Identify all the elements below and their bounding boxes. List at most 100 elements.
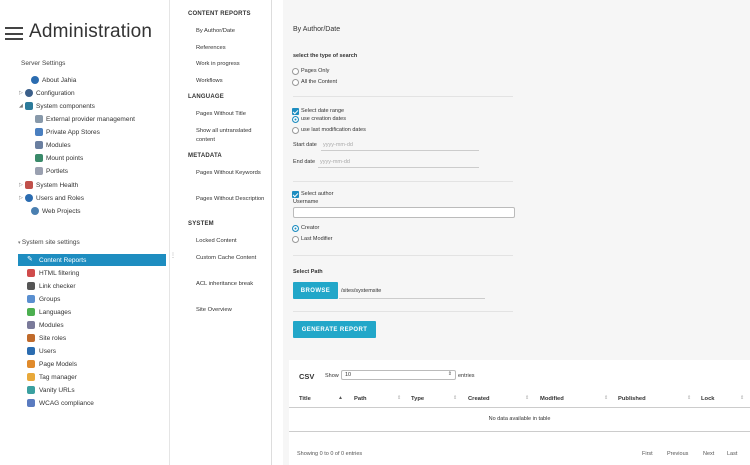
nav-link-workflows[interactable]: Workflows bbox=[196, 77, 268, 86]
tree-item-portlets[interactable]: Portlets bbox=[35, 166, 68, 176]
pager-previous[interactable]: Previous bbox=[667, 451, 688, 457]
site-settings-header[interactable]: ▾ System site settings bbox=[18, 239, 80, 246]
site-item-languages[interactable]: Languages bbox=[18, 306, 166, 318]
end-date-input[interactable]: yyyy-mm-dd bbox=[320, 159, 350, 165]
wcag-icon bbox=[27, 399, 35, 407]
tree-item-web-projects[interactable]: Web Projects bbox=[25, 206, 81, 216]
nav-link-by-author-date[interactable]: By Author/Date bbox=[196, 27, 268, 36]
pager-last[interactable]: Last bbox=[727, 451, 737, 457]
tree-item-system-components[interactable]: ◢ System components bbox=[19, 101, 95, 111]
site-item-tag-manager[interactable]: Tag manager bbox=[18, 371, 166, 383]
tree-item-about-jahia[interactable]: About Jahia bbox=[25, 75, 76, 85]
nav-section-content-reports: CONTENT REPORTS bbox=[188, 11, 251, 17]
tree-item-system-health[interactable]: ▷ System Health bbox=[19, 180, 78, 190]
pages-only-label: Pages Only bbox=[301, 68, 330, 74]
empty-table-message: No data available in table bbox=[488, 416, 551, 422]
tree-item-external-provider[interactable]: External provider management bbox=[35, 114, 135, 124]
modification-dates-radio[interactable] bbox=[292, 127, 299, 134]
site-item-vanity-urls[interactable]: Vanity URLs bbox=[18, 384, 166, 396]
gear-icon bbox=[25, 89, 33, 97]
nav-link-work-in-progress[interactable]: Work in progress bbox=[196, 60, 268, 69]
report-main: By Author/Date select the type of search… bbox=[283, 0, 750, 465]
separator bbox=[293, 311, 513, 312]
creation-dates-radio[interactable] bbox=[292, 116, 299, 123]
nav-link-site-overview[interactable]: Site Overview bbox=[196, 306, 268, 315]
select-author-label: Select author bbox=[301, 191, 334, 197]
generate-report-button[interactable]: GENERATE REPORT bbox=[293, 321, 376, 338]
store-icon bbox=[35, 128, 43, 136]
creation-dates-label: use creation dates bbox=[301, 116, 346, 122]
admin-sidebar: Administration Server Settings About Jah… bbox=[0, 0, 170, 465]
pages-only-radio[interactable] bbox=[292, 68, 299, 75]
site-item-users[interactable]: Users bbox=[18, 345, 166, 357]
module-icon bbox=[35, 141, 43, 149]
link-icon bbox=[27, 282, 35, 290]
pager-first[interactable]: First bbox=[642, 451, 653, 457]
site-item-site-roles[interactable]: Site roles bbox=[18, 332, 166, 344]
nav-link-locked-content[interactable]: Locked Content bbox=[196, 237, 268, 246]
sort-icon[interactable]: ⇕ bbox=[687, 395, 691, 401]
languages-icon bbox=[27, 308, 35, 316]
date-range-label: Select date range bbox=[301, 108, 345, 114]
site-item-groups[interactable]: Groups bbox=[18, 293, 166, 305]
site-item-content-reports[interactable]: ✎ Content Reports bbox=[18, 254, 166, 266]
date-range-checkbox[interactable] bbox=[292, 108, 299, 115]
menu-icon[interactable] bbox=[5, 27, 23, 40]
sort-icon[interactable]: ⇕ bbox=[397, 395, 401, 401]
site-item-modules[interactable]: Modules bbox=[18, 319, 166, 331]
tree-item-modules[interactable]: Modules bbox=[35, 140, 71, 150]
last-modifier-radio[interactable] bbox=[292, 236, 299, 243]
modules-icon bbox=[27, 321, 35, 329]
creator-radio[interactable] bbox=[292, 225, 299, 232]
all-content-radio[interactable] bbox=[292, 79, 299, 86]
select-author-checkbox[interactable] bbox=[292, 191, 299, 198]
username-input[interactable] bbox=[293, 207, 515, 218]
entries-select-value: 10 bbox=[345, 372, 352, 378]
nav-link-acl-inheritance[interactable]: ACL inheritance break bbox=[196, 280, 268, 289]
csv-export-button[interactable]: CSV bbox=[299, 372, 314, 381]
nav-section-metadata: METADATA bbox=[188, 153, 222, 159]
path-value: /sites/systemsite bbox=[341, 288, 382, 294]
column-type[interactable]: Type bbox=[411, 396, 424, 402]
tree-item-users-and-roles[interactable]: ▷ Users and Roles bbox=[19, 193, 84, 203]
mount-icon bbox=[35, 154, 43, 162]
entries-select[interactable]: 10 ⇕ bbox=[341, 370, 456, 380]
sort-icon[interactable]: ⇕ bbox=[525, 395, 529, 401]
nav-link-untranslated[interactable]: Show all untranslated content bbox=[196, 127, 268, 144]
browse-button[interactable]: BROWSE bbox=[293, 282, 338, 299]
sort-asc-icon[interactable]: ▲ bbox=[338, 395, 343, 401]
nav-link-pages-without-keywords[interactable]: Pages Without Keywords bbox=[196, 169, 268, 178]
last-modifier-label: Last Modifier bbox=[301, 236, 333, 242]
site-item-html-filtering[interactable]: HTML filtering bbox=[18, 267, 166, 279]
pager-next[interactable]: Next bbox=[703, 451, 714, 457]
tree-item-private-app-stores[interactable]: Private App Stores bbox=[35, 127, 100, 137]
nav-link-pages-without-description[interactable]: Pages Without Description bbox=[196, 195, 268, 204]
tree-item-mount-points[interactable]: Mount points bbox=[35, 153, 83, 163]
puzzle-icon bbox=[25, 102, 33, 110]
sort-icon[interactable]: ⇕ bbox=[604, 395, 608, 401]
username-label: Username bbox=[293, 199, 319, 205]
site-item-link-checker[interactable]: Link checker bbox=[18, 280, 166, 292]
column-published[interactable]: Published bbox=[618, 396, 646, 402]
column-lock[interactable]: Lock bbox=[701, 396, 715, 402]
body-divider bbox=[289, 431, 750, 432]
nav-link-references[interactable]: References bbox=[196, 44, 268, 53]
site-item-page-models[interactable]: Page Models bbox=[18, 358, 166, 370]
collapse-handle-icon[interactable]: ⋮ bbox=[170, 252, 176, 259]
wrench-icon: ✎ bbox=[27, 256, 33, 263]
tree-item-configuration[interactable]: ▷ Configuration bbox=[19, 88, 75, 98]
info-icon bbox=[31, 76, 39, 84]
entries-label: entries bbox=[458, 373, 475, 379]
site-item-wcag[interactable]: WCAG compliance bbox=[18, 397, 166, 409]
nav-link-pages-without-title[interactable]: Pages Without Title bbox=[196, 110, 268, 119]
start-date-input[interactable]: yyyy-mm-dd bbox=[323, 142, 353, 148]
column-title[interactable]: Title bbox=[299, 396, 311, 402]
column-modified[interactable]: Modified bbox=[540, 396, 564, 402]
reports-nav: CONTENT REPORTS By Author/Date Reference… bbox=[180, 0, 272, 465]
sort-icon[interactable]: ⇕ bbox=[740, 395, 744, 401]
start-date-label: Start date bbox=[293, 142, 317, 148]
sort-icon[interactable]: ⇕ bbox=[453, 395, 457, 401]
nav-link-custom-cache[interactable]: Custom Cache Content bbox=[196, 254, 268, 263]
column-path[interactable]: Path bbox=[354, 396, 367, 402]
column-created[interactable]: Created bbox=[468, 396, 490, 402]
